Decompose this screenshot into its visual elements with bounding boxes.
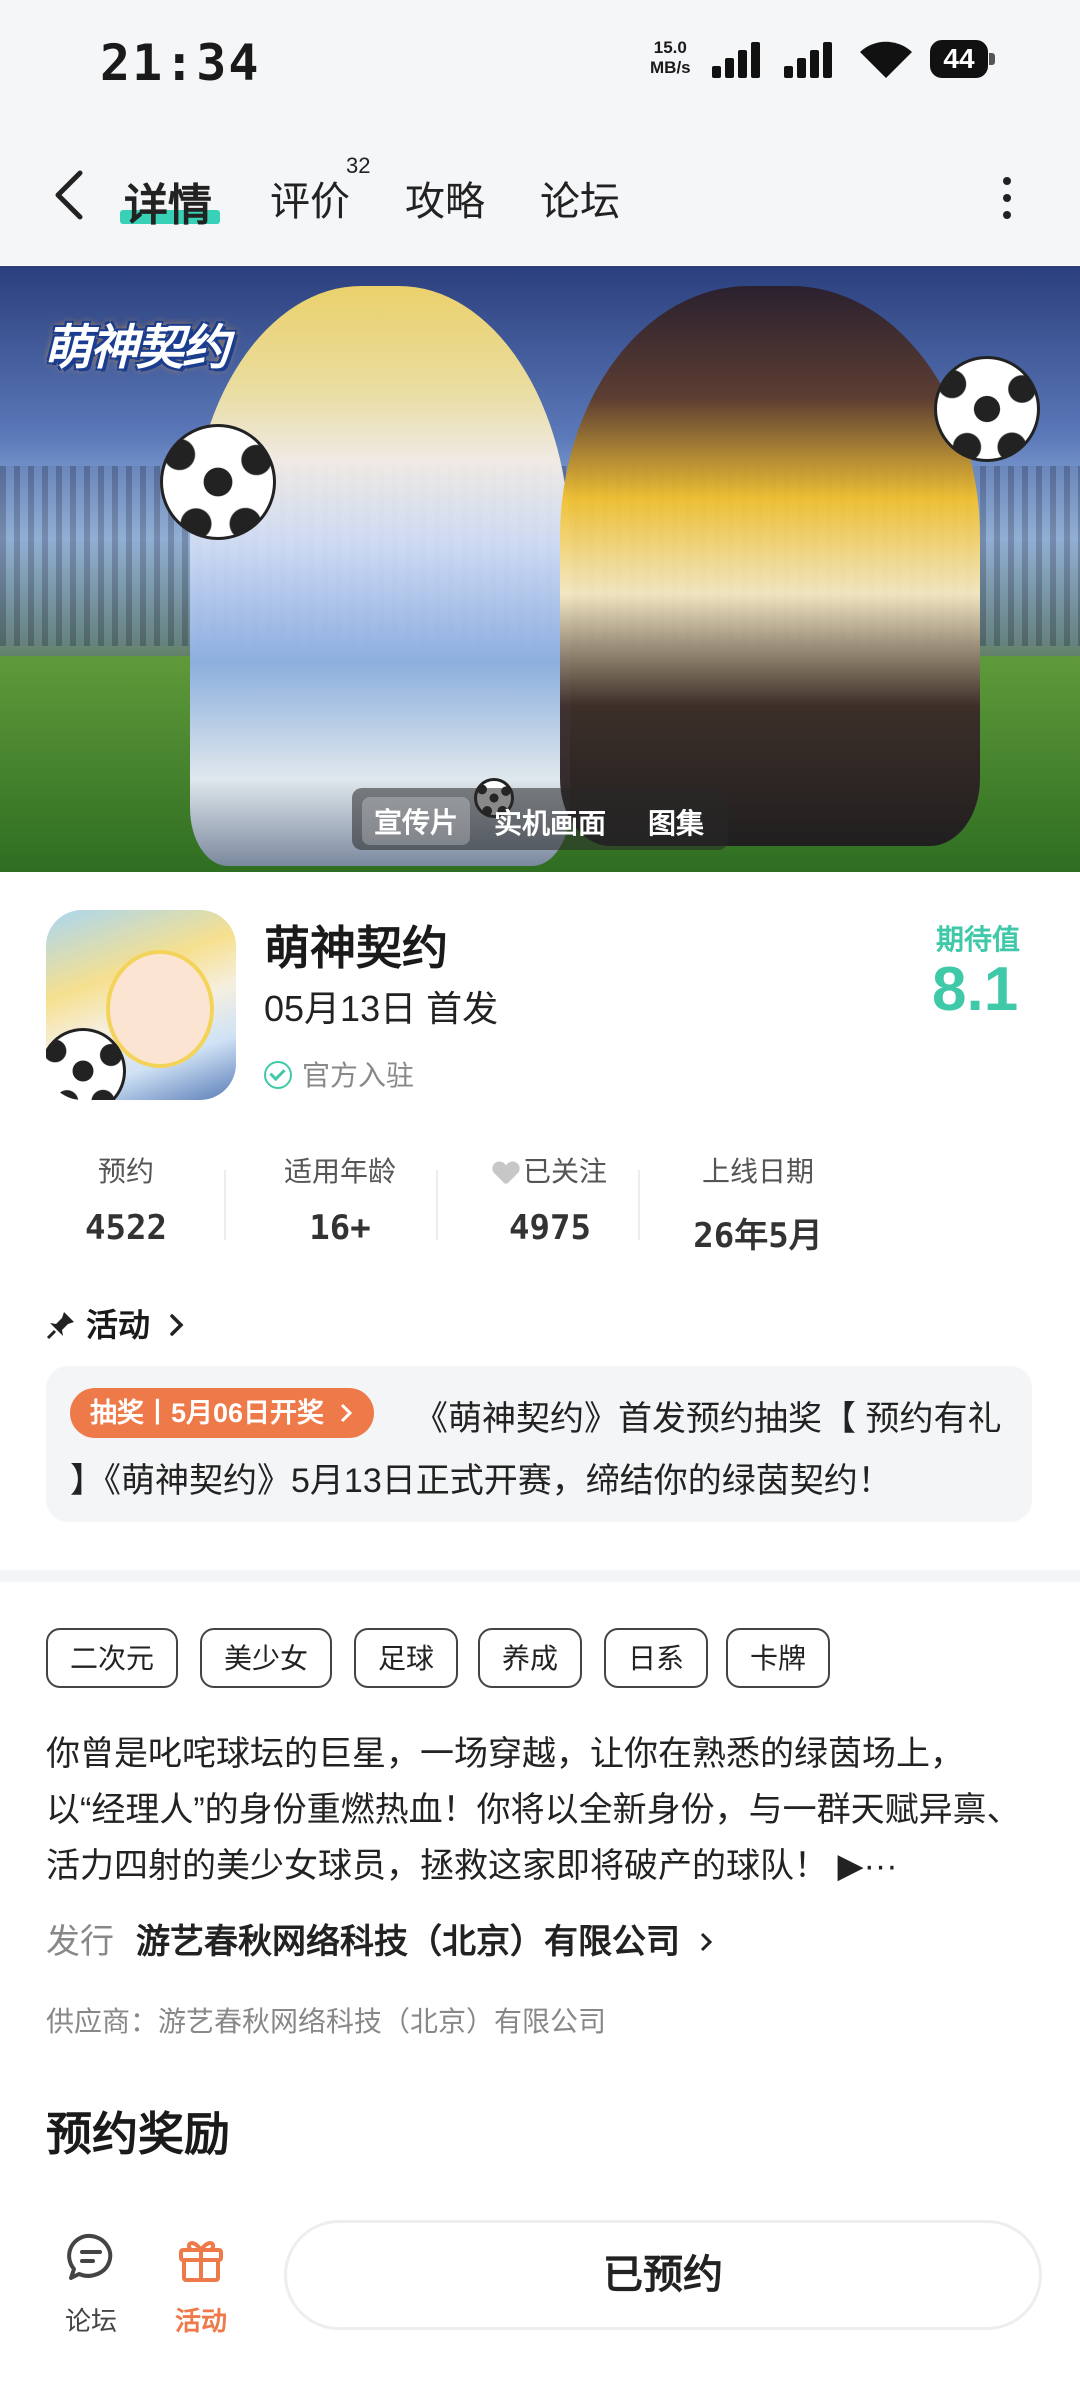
release-date: 05月13日 首发 [264,988,499,1029]
reviews-count: 32 [346,153,371,178]
stat-reservations: 预约 4522 [85,1156,167,1248]
media-tab-gallery[interactable]: 图集 [648,802,704,842]
back-arrow-icon[interactable] [48,165,92,225]
official-badge: 官方入驻 [264,1054,414,1094]
tag-item[interactable]: 养成 [478,1628,583,1688]
heart-icon [493,1162,519,1184]
stat-launch-date: 上线日期 26年5月 [693,1156,823,1256]
tag-item[interactable]: 美少女 [200,1628,333,1688]
soccer-ball-icon [934,356,1040,462]
stat-followers[interactable]: 已关注 4975 [450,1150,650,1248]
promo-banner[interactable]: 萌神契约 宣传片 实机画面 图集 [0,266,1080,872]
tab-guides[interactable]: 攻略 [405,169,485,227]
battery-icon: 44 [930,40,996,78]
tag-item[interactable]: 日系 [604,1628,709,1688]
top-nav: 详情 评价 32 攻略 论坛 [0,125,1080,265]
more-options-icon[interactable] [996,177,1018,227]
supplier-text: 供应商：游艺春秋网络科技（北京）有限公司 [46,2006,607,2037]
game-title: 萌神契约 [264,922,448,974]
reserved-button[interactable]: 已预约 [284,2220,1042,2330]
tab-details[interactable]: 详情 [124,169,212,233]
media-tab-gameplay[interactable]: 实机画面 [494,802,606,842]
reservation-rewards-title: 预约奖励 [46,2108,230,2160]
character-art-left [190,286,570,866]
rating-label: 期待值 [936,924,1021,955]
chevron-right-icon [701,1932,713,1952]
network-speed: 15.0 MB/s [650,38,691,77]
media-tab-trailer[interactable]: 宣传片 [362,797,471,845]
signal-icon-2 [784,42,832,78]
section-divider [0,1570,1080,1582]
signal-icon [712,42,760,78]
chevron-right-icon [170,1314,184,1336]
stat-age-rating: 适用年龄 16+ [283,1156,396,1248]
bottom-action-bar: 论坛 活动 已预约 [0,2190,1080,2403]
activity-header[interactable]: 活动 [46,1300,187,1346]
rating-value: 8.1 [932,955,1019,1024]
tag-item[interactable]: 卡牌 [726,1628,831,1688]
lottery-badge: 抽奖丨5月06日开奖 [70,1388,374,1438]
character-art-right [560,286,980,846]
game-app-icon [46,910,236,1100]
forum-chat-icon [67,2233,113,2280]
check-circle-icon [264,1061,292,1089]
tab-reviews[interactable]: 评价 [270,169,350,227]
tag-item[interactable]: 足球 [354,1628,459,1688]
media-tabs: 宣传片 实机画面 图集 [352,788,728,850]
bottom-activity-button[interactable]: 活动 [156,2230,246,2338]
soccer-ball-icon [160,424,276,540]
stats-row: 预约 4522 适用年龄 16+ 已关注 4975 上线日期 26年5月 [40,1150,860,1256]
tag-item[interactable]: 二次元 [46,1628,179,1688]
game-description[interactable]: 你曾是叱咤球坛的巨星，一场穿越，让你在熟悉的绿茵场上，以“经理人”的身份重燃热血… [46,1726,1036,1894]
pin-icon [46,1312,74,1340]
activity-card[interactable]: 《萌神契约》首发预约抽奖【 预约有礼 】《萌神契约》5月13日正式开赛，缔结你的… [46,1366,1032,1522]
gift-icon [179,2241,223,2282]
status-bar: 21:34 15.0 MB/s 44 [0,0,1080,125]
game-logo: 萌神契约 [44,322,230,375]
chevron-right-icon [340,1403,352,1423]
tab-forum[interactable]: 论坛 [540,169,620,227]
status-time: 21:34 [100,34,261,92]
bottom-forum-button[interactable]: 论坛 [46,2230,136,2338]
wifi-icon [860,41,912,78]
publisher-row[interactable]: 发行 游艺春秋网络科技（北京）有限公司 [46,1914,717,1963]
